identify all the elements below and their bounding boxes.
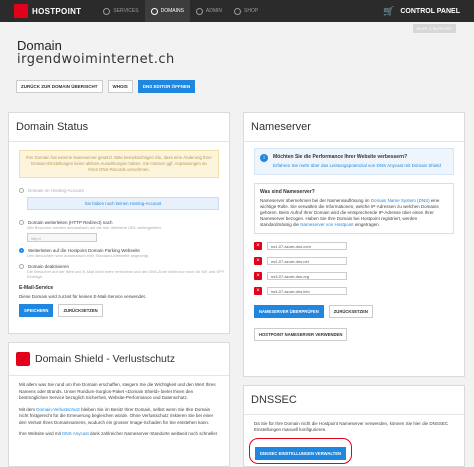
main-nav: SERVICES DOMAINS ADMIN SHOP [97, 0, 264, 22]
page-title: Domain [17, 38, 62, 53]
anycast-link[interactable]: DNS Anycast [62, 431, 89, 436]
nav-item-services[interactable]: SERVICES [97, 0, 144, 22]
highlight-ring: DNSSEC EINSTELLUNGEN VERWALTEN [249, 438, 353, 464]
delete-icon[interactable]: × [254, 272, 262, 280]
logo-icon [14, 4, 28, 18]
dnssec-panel: DNSSEC Da Sie für Ihre Domain nicht die … [243, 385, 465, 467]
domain-shield-heading: Domain Shield - Verlustschutz [35, 353, 176, 365]
email-service-heading: E-Mail-Service [19, 285, 54, 291]
nameserver-entry: × ns1-07.azure-dns.com [254, 242, 464, 250]
domain-name: irgendwoiminternet.ch [17, 52, 175, 67]
no-hosting-box: Sie haben noch keinen Hosting-Account [27, 197, 219, 210]
radio-button[interactable] [19, 220, 24, 225]
loss-protection-link[interactable]: Domain-Verlustschutz [36, 407, 80, 412]
anycast-info-link[interactable]: Erfahren Sie mehr über das Leistungspote… [273, 163, 448, 169]
performance-box: i Möchten Sie die Performance Ihrer Webs… [254, 148, 454, 175]
what-are-nameservers-box: Was sind Nameserver? Nameserver übernehm… [254, 183, 454, 234]
save-button[interactable]: SPEICHERN [19, 304, 54, 317]
whois-button[interactable]: WHOIS [107, 80, 133, 93]
domain-status-heading: Domain Status [9, 113, 229, 142]
dnssec-heading: DNSSEC [244, 386, 464, 415]
shield-icon [16, 352, 30, 366]
dns-editor-button[interactable]: DNS EDITOR ÖFFNEN [137, 80, 196, 93]
nameserver-heading: Nameserver [244, 113, 464, 142]
external-ns-notice: Ihre Domain hat externe Nameserver geset… [19, 150, 219, 178]
delete-icon[interactable]: × [254, 242, 262, 250]
parking-hint: Den Besuchern wird automatisch eine Stan… [27, 253, 150, 258]
reset-button[interactable]: ZURÜCKSETZEN [58, 304, 103, 317]
nameserver-entry: × ns2-07.azure-dns.net [254, 257, 464, 265]
radio-label: Domain im Hosting-Account [28, 188, 84, 193]
domains-icon [150, 7, 158, 15]
help-button[interactable]: HILFE & SUPPORT [412, 24, 456, 33]
check-nameserver-button[interactable]: NAMESERVER ÜBERPRÜFEN [254, 305, 324, 318]
action-buttons: ZURÜCK ZUR DOMAIN ÜBERSICHT WHOIS DNS ED… [16, 80, 196, 93]
services-icon [103, 7, 111, 15]
nav-item-domains[interactable]: DOMAINS [144, 0, 190, 22]
text: Nameserver übernehmen bei der Namensaufl… [260, 198, 371, 203]
domain-shield-panel: Domain Shield - Verlustschutz Mit allem … [8, 342, 230, 467]
nav-label: SHOP [244, 8, 259, 14]
nav-item-admin[interactable]: ADMIN [190, 0, 228, 22]
disable-hint: Die Besucher auf der Web und E-Mail nich… [27, 269, 225, 279]
text: dank zahlreicher Nameserver-Standorte we… [88, 431, 218, 436]
text: Mit dem [19, 406, 37, 412]
brand-name: HOSTPOINT [32, 6, 82, 16]
nameserver-reset-button[interactable]: ZURÜCKSETZEN [328, 305, 373, 318]
performance-question: Möchten Sie die Performance Ihrer Websit… [273, 154, 408, 160]
cart-icon[interactable]: 🛒 [383, 6, 394, 17]
text: eingetragen. [353, 222, 380, 227]
admin-icon [195, 7, 203, 15]
nameserver-field[interactable]: ns4-07.azure-dns.info [267, 287, 347, 295]
what-text: Nameserver übernehmen bei der Namensaufl… [260, 198, 448, 228]
domain-status-panel: Domain Status Ihre Domain hat externe Na… [8, 112, 230, 334]
nav-item-shop[interactable]: SHOP [228, 0, 264, 22]
control-panel-label[interactable]: CONTROL PANEL [400, 8, 460, 15]
brand-logo[interactable]: HOSTPOINT [14, 0, 81, 22]
top-bar: HOSTPOINT SERVICES DOMAINS ADMIN SHOP 🛒 … [0, 0, 474, 22]
shop-icon [234, 7, 242, 15]
nameserver-field[interactable]: ns3-07.azure-dns.org [267, 272, 347, 280]
dnssec-settings-button[interactable]: DNSSEC EINSTELLUNGEN VERWALTEN [255, 447, 347, 460]
email-service-text: Diese Domain wird zurzeit für keinen E-M… [19, 294, 147, 299]
delete-icon[interactable]: × [254, 287, 262, 295]
redirect-hint: Alle Besucher werden automatisch auf die… [27, 225, 162, 230]
shield-paragraph-3: Ihre Website wird mit DNS Anycast dank z… [19, 431, 219, 438]
text: Ihre Website wird mit [19, 431, 63, 436]
nameserver-entry: × ns4-07.azure-dns.info [254, 287, 464, 295]
nameserver-panel: Nameserver i Möchten Sie die Performance… [243, 112, 465, 377]
back-to-domains-button[interactable]: ZURÜCK ZUR DOMAIN ÜBERSICHT [16, 80, 103, 93]
radio-hosting[interactable]: Domain im Hosting-Account [19, 188, 229, 193]
shield-paragraph-1: Mit allem was Sie rund um Ihre Domain er… [19, 382, 216, 400]
nameserver-field[interactable]: ns1-07.azure-dns.com [267, 242, 347, 250]
dns-link[interactable]: Domain Name System (DNS) [371, 198, 430, 203]
nav-label: ADMIN [205, 8, 223, 14]
nameserver-entry: × ns3-07.azure-dns.org [254, 272, 464, 280]
redirect-url-field[interactable]: http:// [27, 233, 97, 242]
radio-button[interactable] [19, 188, 24, 193]
hostpoint-ns-link[interactable]: Nameserver von Hostpoint [300, 222, 353, 227]
what-heading: Was sind Nameserver? [260, 189, 315, 195]
nav-label: DOMAINS [160, 8, 184, 14]
nameserver-list: × ns1-07.azure-dns.com × ns2-07.azure-dns.… [244, 242, 464, 295]
radio-button[interactable] [19, 264, 24, 269]
use-hostpoint-ns-button[interactable]: HOSTPOINT NAMESERVER VERWENDEN [254, 328, 348, 341]
nav-label: SERVICES [113, 8, 139, 14]
dnssec-text: Da Sie für Ihre Domain nicht die Hostpoi… [254, 421, 449, 432]
radio-button-selected[interactable] [19, 248, 24, 253]
shield-paragraph-2: Mit dem Domain-Verlustschutz bleiben Sie… [19, 407, 219, 427]
delete-icon[interactable]: × [254, 257, 262, 265]
nameserver-field[interactable]: ns2-07.azure-dns.net [267, 257, 347, 265]
info-icon: i [260, 154, 268, 162]
